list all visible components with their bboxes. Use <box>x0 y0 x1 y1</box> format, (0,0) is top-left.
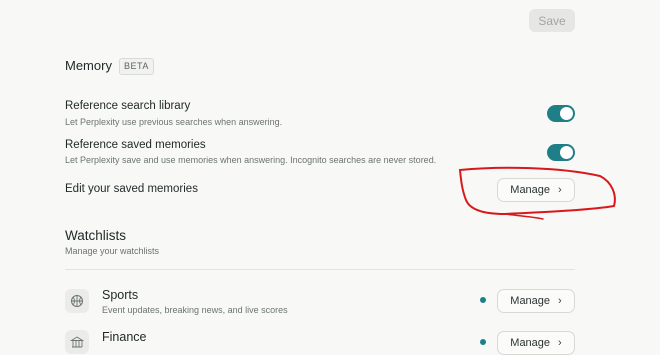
manage-label: Manage <box>510 337 551 349</box>
chevron-right-icon: › <box>558 184 562 196</box>
finance-icon <box>65 330 89 354</box>
save-button[interactable]: Save <box>529 9 575 32</box>
watchlist-sports-description: Event updates, breaking news, and live s… <box>102 305 288 315</box>
reference-search-library-toggle[interactable] <box>547 105 575 122</box>
reference-saved-memories-label: Reference saved memories <box>65 139 206 151</box>
toggle-knob <box>560 146 573 159</box>
reference-search-library-label: Reference search library <box>65 100 191 112</box>
manage-label: Manage <box>510 184 551 196</box>
toggle-knob <box>560 107 573 120</box>
watchlist-sports-title: Sports <box>102 288 139 302</box>
watchlist-finance-title: Finance <box>102 330 147 344</box>
manage-memories-button[interactable]: Manage › <box>497 178 575 202</box>
manage-label: Manage <box>510 295 551 307</box>
reference-saved-memories-description: Let Perplexity save and use memories whe… <box>65 155 437 165</box>
manage-finance-button[interactable]: Manage › <box>497 331 575 355</box>
chevron-right-icon: › <box>558 337 562 349</box>
basketball-icon <box>65 289 89 313</box>
chevron-right-icon: › <box>558 295 562 307</box>
memory-section-title: Memory <box>65 58 112 73</box>
beta-badge: BETA <box>119 58 154 75</box>
active-dot <box>480 339 486 345</box>
active-dot <box>480 297 486 303</box>
watchlists-section-title: Watchlists <box>65 228 127 243</box>
manage-sports-button[interactable]: Manage › <box>497 289 575 313</box>
edit-saved-memories-label: Edit your saved memories <box>65 183 198 195</box>
divider <box>65 269 575 270</box>
reference-search-library-description: Let Perplexity use previous searches whe… <box>65 117 283 127</box>
reference-saved-memories-toggle[interactable] <box>547 144 575 161</box>
watchlists-description: Manage your watchlists <box>65 246 160 256</box>
